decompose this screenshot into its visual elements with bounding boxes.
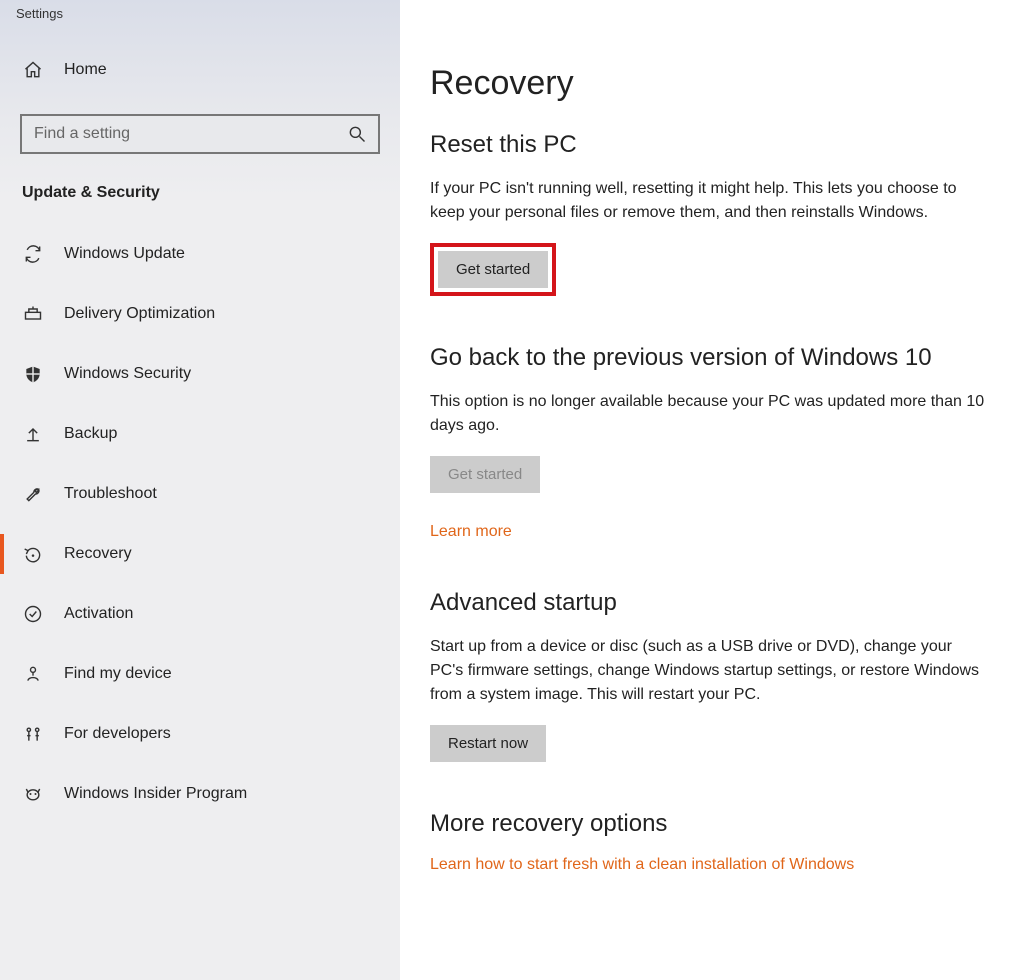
nav-label: Windows Insider Program	[64, 785, 247, 803]
sidebar-item-troubleshoot[interactable]: Troubleshoot	[0, 464, 400, 524]
sidebar-category: Update & Security	[0, 158, 400, 224]
sidebar-item-recovery[interactable]: Recovery	[0, 524, 400, 584]
checkmark-circle-icon	[22, 603, 44, 625]
reset-get-started-button[interactable]: Get started	[438, 251, 548, 288]
goback-heading: Go back to the previous version of Windo…	[430, 344, 987, 372]
goback-body: This option is no longer available becau…	[430, 390, 987, 438]
sidebar-item-windows-insider[interactable]: Windows Insider Program	[0, 764, 400, 824]
section-reset-pc: Reset this PC If your PC isn't running w…	[430, 131, 987, 296]
main-content: Recovery Reset this PC If your PC isn't …	[400, 0, 1027, 980]
goback-get-started-button: Get started	[430, 456, 540, 493]
nav-label: Troubleshoot	[64, 485, 157, 503]
section-go-back: Go back to the previous version of Windo…	[430, 344, 987, 541]
find-device-icon	[22, 663, 44, 685]
reset-heading: Reset this PC	[430, 131, 987, 159]
search-box[interactable]	[20, 114, 380, 154]
sidebar: Settings Home Update & Security Windows …	[0, 0, 400, 980]
window-title: Settings	[0, 0, 400, 42]
sidebar-item-backup[interactable]: Backup	[0, 404, 400, 464]
nav-label: Backup	[64, 425, 117, 443]
nav-label: Recovery	[64, 545, 132, 563]
nav-label: Delivery Optimization	[64, 305, 215, 323]
advanced-body: Start up from a device or disc (such as …	[430, 635, 987, 707]
home-icon	[22, 59, 44, 81]
sidebar-item-activation[interactable]: Activation	[0, 584, 400, 644]
page-title: Recovery	[430, 64, 987, 103]
home-label: Home	[64, 61, 107, 79]
advanced-heading: Advanced startup	[430, 589, 987, 617]
highlight-box: Get started	[430, 243, 556, 296]
restart-now-button[interactable]: Restart now	[430, 725, 546, 762]
sidebar-item-for-developers[interactable]: For developers	[0, 704, 400, 764]
delivery-icon	[22, 303, 44, 325]
nav-label: Find my device	[64, 665, 172, 683]
nav-label: For developers	[64, 725, 171, 743]
sidebar-item-windows-security[interactable]: Windows Security	[0, 344, 400, 404]
nav-label: Windows Security	[64, 365, 191, 383]
sidebar-item-windows-update[interactable]: Windows Update	[0, 224, 400, 284]
sidebar-home[interactable]: Home	[0, 42, 400, 98]
more-recovery-link[interactable]: Learn how to start fresh with a clean in…	[430, 856, 854, 874]
more-heading: More recovery options	[430, 810, 987, 838]
recovery-icon	[22, 543, 44, 565]
sidebar-item-delivery-optimization[interactable]: Delivery Optimization	[0, 284, 400, 344]
search-input[interactable]	[34, 125, 346, 143]
shield-icon	[22, 363, 44, 385]
insider-icon	[22, 783, 44, 805]
search-container	[0, 98, 400, 158]
search-icon	[346, 123, 368, 145]
sidebar-nav: Windows Update Delivery Optimization Win…	[0, 224, 400, 824]
nav-label: Activation	[64, 605, 133, 623]
reset-body: If your PC isn't running well, resetting…	[430, 177, 987, 225]
developers-icon	[22, 723, 44, 745]
sync-icon	[22, 243, 44, 265]
wrench-icon	[22, 483, 44, 505]
section-more-recovery: More recovery options Learn how to start…	[430, 810, 987, 874]
goback-learn-more-link[interactable]: Learn more	[430, 523, 512, 541]
nav-label: Windows Update	[64, 245, 185, 263]
section-advanced-startup: Advanced startup Start up from a device …	[430, 589, 987, 762]
backup-icon	[22, 423, 44, 445]
sidebar-item-find-my-device[interactable]: Find my device	[0, 644, 400, 704]
